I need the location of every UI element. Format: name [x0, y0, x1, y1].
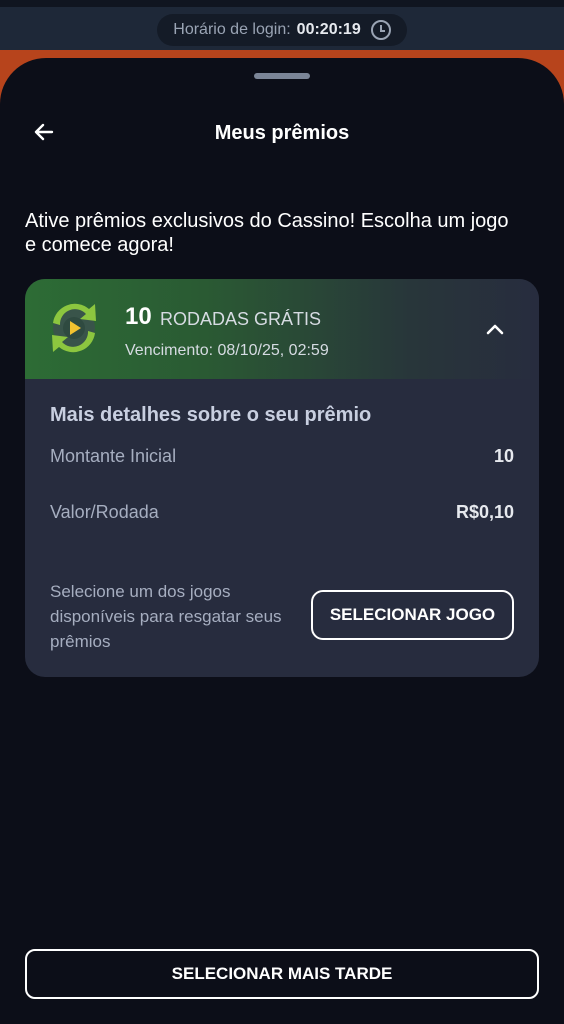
detail-label: Montante Inicial	[50, 446, 177, 466]
prize-count: 10	[125, 303, 152, 330]
details-title: Mais detalhes sobre o seu prêmio	[50, 404, 372, 426]
intro-text: Ative prêmios exclusivos do Cassino! Esc…	[25, 210, 509, 256]
select-later-button[interactable]: SELECIONAR MAIS TARDE	[25, 949, 539, 999]
login-time: 00:20:19	[296, 21, 361, 38]
login-timer: Horário de login: 00:20:19	[157, 14, 407, 46]
detail-value: 10	[493, 446, 514, 466]
detail-label: Valor/Rodada	[50, 502, 159, 522]
prize-card: 10 RODADAS GRÁTIS Vencimento: 08/10/25, …	[25, 279, 539, 677]
select-game-hint: Selecione um dos jogos disponíveis para …	[50, 582, 282, 651]
detail-value: R$0,10	[455, 502, 514, 522]
prize-expiry: Vencimento: 08/10/25, 02:59	[125, 342, 329, 359]
prize-card-header[interactable]: 10 RODADAS GRÁTIS Vencimento: 08/10/25, …	[25, 279, 539, 379]
chevron-up-icon[interactable]	[483, 319, 507, 339]
status-strip	[0, 0, 564, 7]
select-game-button[interactable]: SELECIONAR JOGO	[311, 590, 514, 640]
free-spins-icon	[52, 303, 96, 353]
page-title: Meus prêmios	[214, 122, 350, 144]
prize-type: RODADAS GRÁTIS	[160, 309, 322, 329]
clock-icon	[370, 20, 391, 40]
drag-handle[interactable]	[254, 73, 310, 79]
login-label: Horário de login:	[173, 21, 291, 38]
